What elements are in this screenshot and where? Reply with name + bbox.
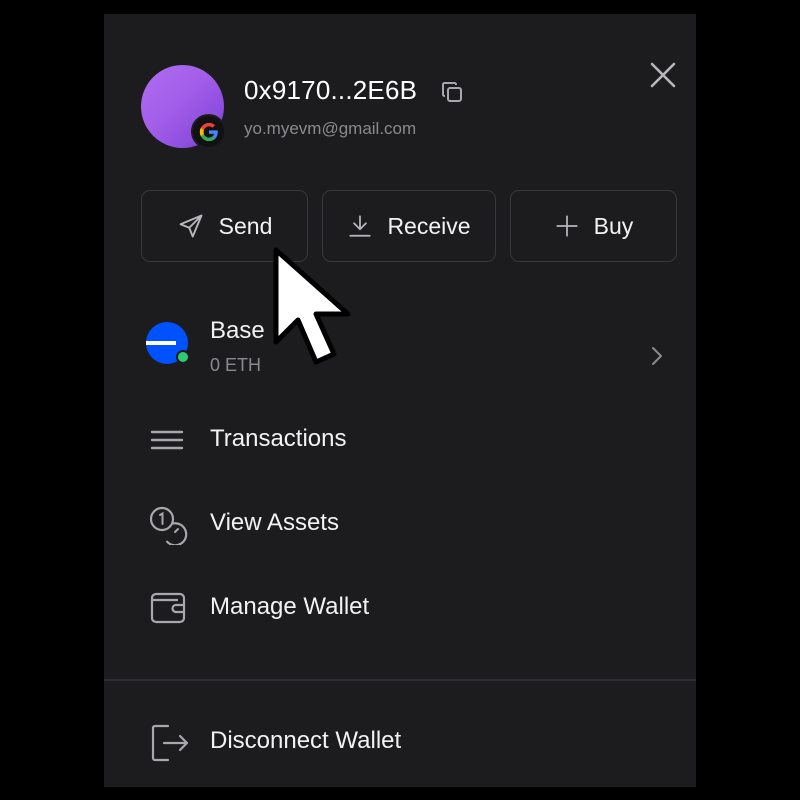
logout-icon (151, 724, 189, 762)
list-icon (150, 430, 184, 450)
disconnect-label: Disconnect Wallet (210, 727, 402, 754)
buy-button[interactable]: Buy (510, 190, 677, 262)
menu-item-view-assets[interactable]: View Assets (104, 493, 696, 555)
buy-label: Buy (593, 212, 634, 239)
menu-item-transactions[interactable]: Transactions (104, 409, 696, 471)
transactions-label: Transactions (210, 425, 347, 452)
disconnect-wallet-button[interactable]: Disconnect Wallet (104, 711, 696, 773)
network-name: Base (210, 317, 265, 344)
wallet-address: 0x9170...2E6B (244, 75, 418, 105)
network-balance: 0 ETH (210, 355, 262, 375)
coins-icon (149, 506, 188, 545)
send-label: Send (218, 212, 273, 239)
google-icon (199, 122, 218, 141)
network-status-dot (176, 350, 190, 364)
google-badge (191, 114, 226, 149)
close-button[interactable] (648, 60, 678, 90)
copy-icon (442, 82, 462, 102)
wallet-panel: 0x9170...2E6B yo.myevm@gmail.com Send Re… (104, 14, 696, 787)
copy-address-button[interactable] (440, 80, 464, 104)
send-icon (179, 214, 203, 238)
view-assets-label: View Assets (210, 509, 339, 536)
menu-item-manage-wallet[interactable]: Manage Wallet (104, 577, 696, 639)
receive-label: Receive (387, 212, 471, 239)
chevron-right-icon (652, 347, 662, 365)
close-icon (650, 62, 676, 88)
network-selector[interactable] (104, 304, 696, 394)
divider (104, 679, 696, 681)
wallet-icon (150, 592, 186, 624)
mouse-pointer-icon (273, 247, 351, 365)
manage-wallet-label: Manage Wallet (210, 593, 370, 620)
download-icon (349, 215, 372, 237)
account-email: yo.myevm@gmail.com (244, 119, 417, 138)
base-network-icon (146, 322, 190, 364)
plus-icon (556, 215, 578, 237)
